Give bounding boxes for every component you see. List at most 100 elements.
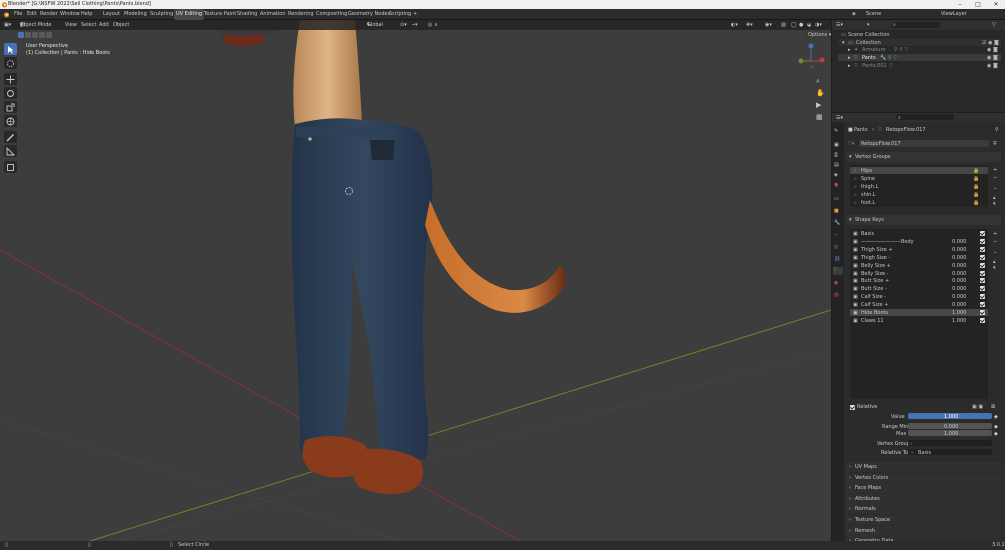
properties-search-input[interactable] bbox=[896, 114, 954, 120]
expand-armature-icon[interactable]: ▸ bbox=[848, 47, 851, 53]
tab-texture-icon[interactable]: ▨ bbox=[834, 292, 839, 298]
collapsed-panel-header[interactable]: › Face Maps bbox=[846, 483, 1001, 494]
menu-help[interactable]: Help bbox=[81, 9, 92, 20]
tab-particles-icon[interactable]: ⁘ bbox=[834, 232, 838, 238]
visibility-icon[interactable]: ◐▾ bbox=[731, 20, 738, 30]
add-workspace-button[interactable]: + bbox=[413, 9, 417, 20]
collapsed-panel-header[interactable]: › UV Maps bbox=[846, 462, 1001, 472]
shape-key-mute-checkbox[interactable] bbox=[980, 262, 985, 268]
shape-key-mute-checkbox[interactable] bbox=[980, 238, 985, 244]
shape-key-mute-checkbox[interactable] bbox=[980, 286, 985, 292]
shape-key-mute-checkbox[interactable] bbox=[980, 270, 985, 276]
vertex-group-add-icon[interactable]: + bbox=[993, 167, 997, 173]
select-intersect-icon[interactable] bbox=[46, 32, 52, 38]
shape-key-value[interactable]: 0.000 bbox=[952, 255, 966, 261]
vertex-group-shin[interactable]: shin.L bbox=[861, 192, 876, 198]
proportional-edit-icon[interactable]: ◎ ∧ bbox=[428, 20, 438, 30]
shape-key-mute-checkbox[interactable] bbox=[980, 278, 985, 284]
shape-key-name[interactable]: Calf Size - bbox=[861, 294, 886, 300]
collapsed-panel-header[interactable]: › Attributes bbox=[846, 493, 1001, 504]
properties-editor-icon[interactable]: ☰▾ bbox=[836, 115, 843, 121]
tab-constraints-icon[interactable]: ⛓ bbox=[834, 256, 840, 262]
tab-modeling[interactable]: Modeling bbox=[124, 9, 147, 20]
tab-shading[interactable]: Shading bbox=[237, 9, 257, 20]
outliner-item-pants[interactable]: Pants bbox=[862, 55, 876, 61]
measure-tool[interactable] bbox=[4, 145, 17, 157]
menu-file[interactable]: File bbox=[14, 9, 22, 20]
menu-edit[interactable]: Edit bbox=[27, 9, 37, 20]
shape-key-name[interactable]: ————————Body bbox=[861, 239, 914, 245]
scene-collection-label[interactable]: Scene Collection bbox=[848, 32, 890, 38]
shape-key-name[interactable]: Thigh Size - bbox=[861, 255, 890, 261]
editor-type-icon[interactable]: ▣▾ bbox=[4, 20, 11, 30]
overlay-toggle-icon[interactable]: ◉▾ bbox=[765, 20, 772, 30]
shape-key-value[interactable]: 0.000 bbox=[952, 239, 966, 245]
shape-key-move-down-icon[interactable]: ▾ bbox=[993, 265, 996, 271]
select-extend-icon[interactable] bbox=[25, 32, 31, 38]
tab-scripting[interactable]: Scripting bbox=[389, 9, 411, 20]
outliner-item-pants001[interactable]: Pants.001 bbox=[862, 63, 887, 69]
options-dropdown[interactable]: Options ▾ bbox=[805, 32, 831, 38]
shape-key-value[interactable]: 0.000 bbox=[952, 286, 966, 292]
menu-object[interactable]: Object bbox=[113, 20, 129, 30]
vertex-group-lock-icon[interactable]: 🔒 bbox=[973, 168, 979, 174]
tab-tool-icon[interactable]: ✎ bbox=[834, 128, 838, 134]
pan-hand-icon[interactable]: ✋ bbox=[816, 89, 825, 97]
shape-key-name[interactable]: Claws 11 bbox=[861, 318, 884, 324]
shape-key-mute-checkbox[interactable] bbox=[980, 294, 985, 300]
expand-collection-icon[interactable]: ▾ bbox=[842, 40, 845, 46]
relative-checkbox[interactable] bbox=[850, 405, 855, 410]
tab-collection-icon[interactable]: ▭ bbox=[834, 196, 839, 202]
maximize-button[interactable]: □ bbox=[969, 0, 987, 9]
shape-key-value[interactable]: 0.000 bbox=[952, 302, 966, 308]
shape-key-name[interactable]: Basis bbox=[861, 231, 874, 237]
shading-rendered-icon[interactable]: ◑▾ bbox=[815, 20, 822, 30]
menu-select[interactable]: Select bbox=[81, 20, 96, 30]
3d-viewport[interactable]: ▣▾ ◧ Object Mode ▾ View Select Add Objec… bbox=[0, 20, 831, 541]
shading-solid-icon[interactable]: ● bbox=[799, 20, 803, 30]
shape-key-name[interactable]: Calf Size + bbox=[861, 302, 888, 308]
vertex-group-specials-icon[interactable]: ⌄ bbox=[993, 185, 997, 191]
camera-view-icon[interactable]: ▶ bbox=[816, 101, 821, 109]
tab-rendering[interactable]: Rendering bbox=[288, 9, 314, 20]
shape-key-pin-icon[interactable]: ▣ ▣ bbox=[972, 404, 983, 410]
shape-key-name[interactable]: Belly Size - bbox=[861, 271, 889, 277]
view-layer-selector[interactable]: ViewLayer bbox=[941, 9, 967, 20]
shape-key-remove-icon[interactable]: − bbox=[993, 239, 997, 245]
shape-key-mute-checkbox[interactable] bbox=[980, 317, 985, 323]
tab-layout[interactable]: Layout bbox=[103, 9, 120, 20]
filter-icon[interactable]: ▾ bbox=[867, 22, 870, 28]
shape-key-mute-checkbox[interactable] bbox=[980, 231, 985, 236]
shape-key-mute-checkbox[interactable] bbox=[980, 302, 985, 308]
select-subtract-icon[interactable] bbox=[32, 32, 38, 38]
shape-key-mute-checkbox[interactable] bbox=[980, 246, 985, 252]
tab-physics-icon[interactable]: ◎ bbox=[834, 244, 838, 250]
vertex-group-move-down-icon[interactable]: ▾ bbox=[993, 201, 996, 207]
shape-key-edit-mode-icon[interactable]: ⊠ bbox=[991, 404, 995, 410]
menu-view[interactable]: View bbox=[65, 20, 77, 30]
tab-output-icon[interactable]: ⎙ bbox=[834, 152, 838, 158]
pin-icon[interactable]: ⚲ bbox=[995, 127, 999, 133]
shape-key-mute-checkbox[interactable] bbox=[980, 254, 985, 260]
shape-key-value[interactable]: 0.000 bbox=[952, 278, 966, 284]
collection-label[interactable]: Collection bbox=[856, 40, 881, 46]
shape-key-name[interactable]: Butt Size + bbox=[861, 278, 889, 284]
scale-tool[interactable] bbox=[4, 101, 17, 113]
close-button[interactable]: ✕ bbox=[987, 0, 1005, 9]
viewport-scene[interactable] bbox=[0, 20, 831, 541]
vertex-group-foot[interactable]: foot.L bbox=[861, 200, 875, 206]
tab-view-layer-icon[interactable]: ▤ bbox=[834, 162, 839, 168]
vertex-group-hips[interactable]: Hips bbox=[861, 168, 872, 174]
tab-render-icon[interactable]: ▣ bbox=[834, 142, 839, 148]
tab-material-icon[interactable]: ◉ bbox=[834, 280, 838, 286]
tab-animation[interactable]: Animation bbox=[260, 9, 286, 20]
transform-tool[interactable] bbox=[4, 115, 17, 127]
vertex-group-remove-icon[interactable]: − bbox=[993, 175, 997, 181]
navigation-gizmo[interactable] bbox=[795, 41, 827, 87]
expand-pants001-icon[interactable]: ▸ bbox=[848, 63, 851, 69]
add-cube-tool[interactable] bbox=[4, 161, 17, 173]
pants001-visibility-icon[interactable]: ◉ ◙ bbox=[987, 63, 998, 69]
shape-key-add-icon[interactable]: + bbox=[993, 231, 997, 237]
vertex-group-lock-icon[interactable]: 🔒 bbox=[973, 176, 979, 182]
mesh-data-selector-icon[interactable]: ▽▾ bbox=[848, 141, 854, 147]
